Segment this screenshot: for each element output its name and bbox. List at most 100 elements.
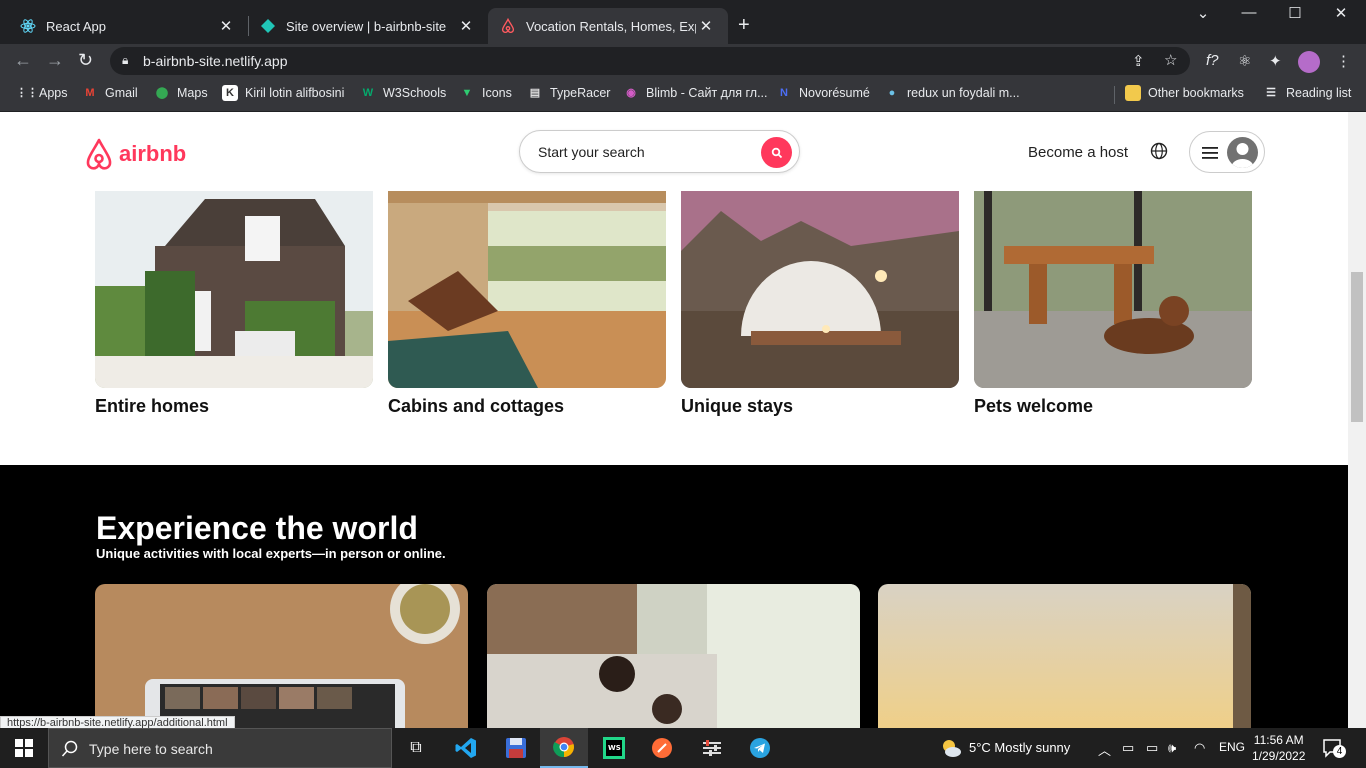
pets-welcome-image <box>974 191 1252 388</box>
bookmark-kiril[interactable]: K Kiril lotin alifbosini <box>222 85 344 101</box>
entire-homes-image <box>95 191 373 388</box>
search-button[interactable] <box>761 137 792 168</box>
speaker-icon[interactable]: 🕪︎ <box>1168 740 1176 756</box>
close-tab-icon[interactable]: ✕ <box>216 17 236 35</box>
online-experience-image <box>95 584 468 728</box>
bookmark-icons[interactable]: ▼ Icons <box>459 85 512 101</box>
bookmark-maps[interactable]: ⬤ Maps <box>154 85 208 101</box>
bookmark-star-icon[interactable]: ☆ <box>1164 51 1177 69</box>
bookmarks-bar: ⋮⋮ Apps M Gmail ⬤ Maps K Kiril lotin alifbos… <box>0 78 1366 112</box>
globe-icon[interactable] <box>1150 142 1168 165</box>
link-status-bar: https://b-airbnb-site.netlify.app/additi… <box>0 716 235 728</box>
clock[interactable]: 11:56 AM 1/29/2022 <box>1252 732 1305 764</box>
novoresume-icon: N <box>780 87 788 99</box>
save-floppy-icon[interactable] <box>492 728 540 768</box>
bookmark-gmail[interactable]: M Gmail <box>82 85 138 101</box>
close-tab-icon[interactable]: ✕ <box>456 17 476 35</box>
webstorm-icon[interactable]: WS <box>590 728 638 768</box>
meet-now-icon[interactable]: ▭ <box>1122 740 1134 756</box>
airbnb-logo[interactable]: airbnb <box>83 137 186 171</box>
telegram-icon[interactable] <box>736 728 784 768</box>
category-card-cabins[interactable]: Cabins and cottages <box>388 191 666 417</box>
bookmark-w3schools[interactable]: W W3Schools <box>360 85 446 101</box>
weather-text[interactable]: 5°C Mostly sunny <box>969 740 1070 755</box>
bookmark-redux[interactable]: ● redux un foydali m... <box>884 85 1020 101</box>
bookmark-label: W3Schools <box>383 86 447 100</box>
wifi-icon[interactable]: ◠ <box>1194 740 1205 756</box>
postman-icon[interactable] <box>638 728 686 768</box>
address-bar[interactable]: 🔒︎ b-airbnb-site.netlify.app ⇪ ☆ <box>110 47 1190 75</box>
bookmark-label: Icons <box>482 86 512 100</box>
notifications-icon[interactable]: 4 <box>1322 738 1346 763</box>
minimize-button[interactable]: — <box>1226 4 1272 21</box>
lock-icon: 🔒︎ <box>122 53 129 67</box>
close-window-button[interactable]: ✕ <box>1318 4 1364 22</box>
bookmark-apps[interactable]: ⋮⋮ Apps <box>16 85 68 101</box>
bookmark-blimb[interactable]: ◉ Blimb - Сайт для гл... <box>623 85 768 101</box>
bookmark-reading-list[interactable]: ☰ Reading list <box>1263 85 1351 101</box>
reload-icon[interactable]: ↻ <box>78 50 93 71</box>
show-hidden-icons-chevron-icon[interactable]: ︿ <box>1098 740 1111 759</box>
forward-icon[interactable]: → <box>46 50 64 71</box>
bookmark-label: Maps <box>177 86 208 100</box>
bookmark-label: Blimb - Сайт для гл... <box>646 86 768 100</box>
folder-icon <box>1125 85 1141 101</box>
chrome-icon[interactable] <box>540 728 588 768</box>
reading-list-icon: ☰ <box>1266 87 1276 99</box>
mixer-settings-icon[interactable] <box>688 728 736 768</box>
category-label: Entire homes <box>95 396 210 416</box>
in-person-experience-image <box>487 584 860 728</box>
tab-title: React App <box>46 18 106 34</box>
experience-card-sunset[interactable] <box>878 584 1251 728</box>
unique-stays-image <box>681 191 959 388</box>
search-bar[interactable]: Start your search <box>519 130 800 173</box>
maximize-button[interactable]: ☐ <box>1272 4 1318 22</box>
vscode-icon[interactable] <box>442 728 490 768</box>
tab-title: Site overview | b-airbnb-site <box>286 18 447 34</box>
bookmark-other[interactable]: Other bookmarks <box>1125 85 1244 101</box>
typeracer-icon: ▤ <box>529 87 541 99</box>
close-tab-icon[interactable]: ✕ <box>696 17 716 35</box>
url-text: b-airbnb-site.netlify.app <box>143 53 288 69</box>
experience-card-in-person[interactable] <box>487 584 860 728</box>
tab-site-overview[interactable]: Site overview | b-airbnb-site ✕ <box>248 8 488 44</box>
gmail-icon: M <box>85 87 95 99</box>
browser-tab-strip: React App ✕ Site overview | b-airbnb-sit… <box>0 0 1366 44</box>
battery-icon[interactable]: ▭ <box>1146 740 1158 756</box>
language-indicator[interactable]: ENG <box>1219 740 1245 754</box>
web-page: airbnb Start your search Become a host E… <box>0 112 1348 728</box>
page-scrollbar[interactable] <box>1348 112 1366 728</box>
search-icon <box>61 740 78 757</box>
experience-subtitle: Unique activities with local experts—in … <box>96 546 446 561</box>
category-card-pets-welcome[interactable]: Pets welcome <box>974 191 1252 417</box>
bookmark-typeracer[interactable]: ▤ TypeRacer <box>527 85 611 101</box>
formula-extension-icon[interactable]: f? <box>1206 52 1219 69</box>
bookmark-label: TypeRacer <box>550 86 611 100</box>
taskbar-search[interactable]: Type here to search <box>48 728 392 768</box>
tab-search-icon[interactable]: ⌄ <box>1180 4 1226 22</box>
new-tab-button[interactable]: + <box>738 14 750 37</box>
tab-react-app[interactable]: React App ✕ <box>8 8 248 44</box>
bookmark-label: Reading list <box>1286 86 1352 100</box>
share-icon[interactable]: ⇪ <box>1132 52 1145 70</box>
tab-airbnb[interactable]: Vocation Rentals, Homes, Experie ✕ <box>488 8 728 44</box>
react-devtools-icon[interactable]: ⚛ <box>1238 52 1251 70</box>
redux-icon: ● <box>888 87 896 99</box>
become-host-link[interactable]: Become a host <box>1028 144 1128 161</box>
scrollbar-thumb[interactable] <box>1351 272 1363 422</box>
bookmarks-divider <box>1114 86 1115 104</box>
category-card-entire-homes[interactable]: Entire homes <box>95 191 373 417</box>
back-icon[interactable]: ← <box>14 50 32 71</box>
profile-avatar[interactable] <box>1298 51 1320 73</box>
user-menu-button[interactable] <box>1189 131 1265 173</box>
category-card-unique-stays[interactable]: Unique stays <box>681 191 959 417</box>
more-menu-icon[interactable]: ⋮ <box>1336 52 1351 70</box>
experience-card-online[interactable] <box>95 584 468 728</box>
category-label: Pets welcome <box>974 396 1094 416</box>
bookmark-label: Gmail <box>105 86 138 100</box>
extensions-puzzle-icon[interactable]: ✦ <box>1269 52 1282 70</box>
start-button[interactable] <box>0 728 48 768</box>
w3schools-icon: W <box>362 87 374 99</box>
task-view-icon[interactable]: ⧉ <box>392 728 440 768</box>
bookmark-novoresume[interactable]: N Novorésumé <box>776 85 870 101</box>
